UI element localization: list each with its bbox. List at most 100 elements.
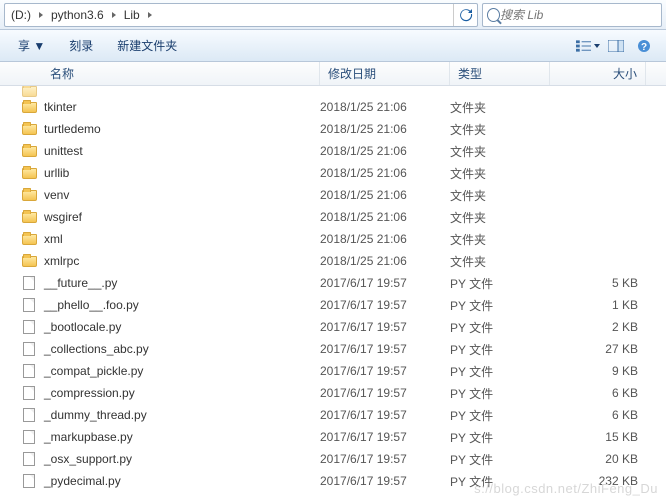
dropdown-icon [594, 44, 600, 48]
search-input[interactable] [500, 8, 657, 22]
file-type: PY 文件 [450, 385, 550, 402]
file-size: 1 KB [550, 298, 646, 312]
table-row[interactable]: _bootlocale.py 2017/6/17 19:57PY 文件2 KB [0, 316, 666, 338]
file-type: PY 文件 [450, 363, 550, 380]
file-type: 文件夹 [450, 165, 550, 182]
toolbar: 享 ▼ 刻录 新建文件夹 ? [0, 30, 666, 62]
table-row[interactable]: unittest2018/1/25 21:06文件夹 [0, 140, 666, 162]
folder-icon [22, 124, 37, 135]
file-type: 文件夹 [450, 121, 550, 138]
folder-icon [22, 212, 37, 223]
file-name: xml [44, 232, 63, 246]
file-name: _compression.py [44, 386, 135, 400]
file-name: venv [44, 188, 69, 202]
table-row[interactable]: venv 2018/1/25 21:06文件夹 [0, 184, 666, 206]
chevron-right-icon [112, 12, 116, 18]
svg-text:?: ? [641, 42, 647, 53]
file-date: 2018/1/25 21:06 [320, 232, 450, 246]
column-type[interactable]: 类型 [450, 62, 550, 85]
share-button[interactable]: 享 ▼ [8, 37, 55, 54]
table-row[interactable]: _collections_abc.py2017/6/17 19:57PY 文件2… [0, 338, 666, 360]
file-type: 文件夹 [450, 253, 550, 270]
file-date: 2017/6/17 19:57 [320, 320, 450, 334]
table-row[interactable]: _markupbase.py2017/6/17 19:57PY 文件15 KB [0, 426, 666, 448]
breadcrumb: (D:) python3.6 Lib [4, 3, 478, 27]
table-row[interactable]: _pydecimal.py2017/6/17 19:57PY 文件232 KB [0, 470, 666, 492]
file-type: 文件夹 [450, 187, 550, 204]
view-mode-icon[interactable] [576, 36, 600, 56]
crumb-drive[interactable]: (D:) [5, 4, 37, 26]
file-size: 232 KB [550, 474, 646, 488]
file-type: 文件夹 [450, 231, 550, 248]
file-type: PY 文件 [450, 407, 550, 424]
file-name: _bootlocale.py [44, 320, 121, 334]
table-row[interactable]: urllib2018/1/25 21:06文件夹 [0, 162, 666, 184]
file-name: _dummy_thread.py [44, 408, 147, 422]
burn-button[interactable]: 刻录 [59, 37, 103, 54]
file-icon [23, 408, 35, 422]
table-row[interactable]: _compat_pickle.py2017/6/17 19:57PY 文件9 K… [0, 360, 666, 382]
file-date: 2017/6/17 19:57 [320, 386, 450, 400]
table-row[interactable]: xmlrpc2018/1/25 21:06文件夹 [0, 250, 666, 272]
file-size: 15 KB [550, 430, 646, 444]
address-bar: (D:) python3.6 Lib [0, 0, 666, 30]
search-box[interactable] [482, 3, 662, 27]
file-type: PY 文件 [450, 341, 550, 358]
crumb-seg1-label: python3.6 [51, 8, 104, 22]
file-size: 6 KB [550, 408, 646, 422]
file-date: 2017/6/17 19:57 [320, 408, 450, 422]
file-size: 2 KB [550, 320, 646, 334]
table-row[interactable]: _osx_support.py2017/6/17 19:57PY 文件20 KB [0, 448, 666, 470]
file-name: unittest [44, 144, 83, 158]
file-type: PY 文件 [450, 319, 550, 336]
file-icon [23, 452, 35, 466]
table-row[interactable] [0, 86, 666, 96]
preview-pane-icon[interactable] [604, 36, 628, 56]
folder-icon [22, 256, 37, 267]
folder-icon [22, 168, 37, 179]
folder-icon [22, 234, 37, 245]
folder-icon [22, 86, 37, 97]
column-headers: 名称 修改日期 类型 大小 [0, 62, 666, 86]
file-icon [23, 298, 35, 312]
file-date: 2018/1/25 21:06 [320, 188, 450, 202]
file-date: 2017/6/17 19:57 [320, 452, 450, 466]
crumb-python[interactable]: python3.6 [45, 4, 110, 26]
file-type: PY 文件 [450, 275, 550, 292]
column-date[interactable]: 修改日期 [320, 62, 450, 85]
folder-icon [22, 190, 37, 201]
search-icon [487, 8, 500, 22]
chevron-right-icon [39, 12, 43, 18]
file-icon [23, 364, 35, 378]
file-size: 27 KB [550, 342, 646, 356]
column-size[interactable]: 大小 [550, 62, 646, 85]
table-row[interactable]: _compression.py2017/6/17 19:57PY 文件6 KB [0, 382, 666, 404]
table-row[interactable]: xml 2018/1/25 21:06文件夹 [0, 228, 666, 250]
file-type: 文件夹 [450, 209, 550, 226]
crumb-lib[interactable]: Lib [118, 4, 146, 26]
file-icon [23, 474, 35, 488]
crumb-drive-label: (D:) [11, 8, 31, 22]
file-type: 文件夹 [450, 143, 550, 160]
table-row[interactable]: _dummy_thread.py 2017/6/17 19:57PY 文件6 KB [0, 404, 666, 426]
table-row[interactable]: wsgiref2018/1/25 21:06文件夹 [0, 206, 666, 228]
help-icon[interactable]: ? [632, 36, 656, 56]
table-row[interactable]: __future__.py2017/6/17 19:57PY 文件5 KB [0, 272, 666, 294]
file-icon [23, 276, 35, 290]
new-folder-button[interactable]: 新建文件夹 [107, 37, 187, 54]
refresh-icon[interactable] [453, 4, 477, 26]
file-size: 9 KB [550, 364, 646, 378]
table-row[interactable]: __phello__.foo.py2017/6/17 19:57PY 文件1 K… [0, 294, 666, 316]
file-type: PY 文件 [450, 297, 550, 314]
file-size: 20 KB [550, 452, 646, 466]
table-row[interactable]: turtledemo2018/1/25 21:06文件夹 [0, 118, 666, 140]
file-date: 2017/6/17 19:57 [320, 430, 450, 444]
crumb-seg2-label: Lib [124, 8, 140, 22]
file-name: tkinter [44, 100, 77, 114]
file-name: _osx_support.py [44, 452, 132, 466]
column-name[interactable]: 名称 [20, 62, 320, 85]
tree-toggle-column[interactable] [0, 62, 20, 85]
file-name: xmlrpc [44, 254, 79, 268]
table-row[interactable]: tkinter2018/1/25 21:06文件夹 [0, 96, 666, 118]
file-list: tkinter2018/1/25 21:06文件夹turtledemo2018/… [0, 86, 666, 492]
